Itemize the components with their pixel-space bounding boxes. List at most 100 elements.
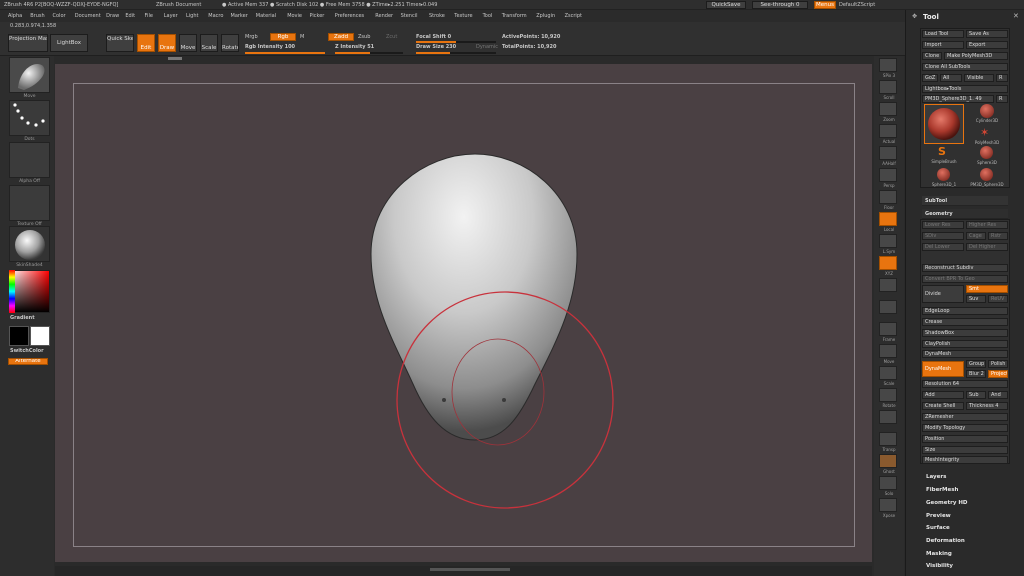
menu-item-picker[interactable]: Picker: [309, 13, 324, 19]
rstr-button[interactable]: Rstr: [988, 232, 1008, 240]
move-mode-button[interactable]: Move: [179, 34, 197, 52]
zcut-button[interactable]: Zcut: [386, 34, 397, 40]
menu-item-tool[interactable]: Tool: [483, 13, 493, 19]
create-shell-button[interactable]: Create Shell: [922, 402, 964, 410]
switch-color-button[interactable]: SwitchColor: [10, 348, 44, 354]
goz-button[interactable]: GoZ: [922, 74, 938, 82]
subtool-section[interactable]: SubTool: [922, 196, 1008, 206]
pm3d-sphere3d-icon[interactable]: [980, 168, 993, 181]
menu-item-material[interactable]: Material: [256, 13, 276, 19]
menu-item-stroke[interactable]: Stroke: [429, 13, 445, 19]
draw-mode-button[interactable]: Draw: [158, 34, 176, 52]
menu-item-edit[interactable]: Edit: [125, 13, 135, 19]
zremesher-section[interactable]: ZRemesher: [922, 413, 1008, 421]
size-section[interactable]: Size: [922, 446, 1008, 454]
secondary-color-swatch[interactable]: [9, 326, 29, 346]
menu-item-zscript[interactable]: Zscript: [565, 13, 582, 19]
lightbox-button[interactable]: LightBox: [50, 34, 88, 52]
menu-item-brush[interactable]: Brush: [30, 13, 44, 19]
visibility-section[interactable]: Visibility: [922, 561, 1008, 571]
z-intensity-slider[interactable]: [335, 52, 403, 54]
smt-toggle[interactable]: Smt: [966, 285, 1008, 293]
layers-section[interactable]: Layers: [922, 472, 1008, 482]
higher-res-button[interactable]: Higher Res: [966, 221, 1008, 229]
cage-button[interactable]: Cage: [966, 232, 986, 240]
primary-color-swatch[interactable]: [30, 326, 50, 346]
goz-r-button[interactable]: R: [996, 74, 1008, 82]
shelf-button-zoom[interactable]: [879, 102, 897, 116]
clone-all-subtools-button[interactable]: Clone All SubTools: [922, 63, 1008, 71]
menu-item-color[interactable]: Color: [53, 13, 66, 19]
goz-all-button[interactable]: All: [940, 74, 962, 82]
blur-slider[interactable]: Blur 2: [966, 370, 986, 378]
scale-mode-button[interactable]: Scale: [200, 34, 218, 52]
menu-item-preferences[interactable]: Preferences: [335, 13, 364, 19]
convert-bpr-button[interactable]: Convert BPR To Geo: [922, 275, 1008, 283]
menu-item-document[interactable]: Document: [75, 13, 101, 19]
close-icon[interactable]: ✕: [1013, 12, 1019, 20]
project-toggle[interactable]: Project: [988, 370, 1008, 378]
load-tool-button[interactable]: Load Tool: [922, 30, 964, 38]
lightbox-tools-button[interactable]: Lightbox▸Tools: [922, 85, 1008, 93]
material-thumbnail[interactable]: [9, 226, 50, 262]
menu-item-transform[interactable]: Transform: [502, 13, 527, 19]
save-as-button[interactable]: Save As: [966, 30, 1008, 38]
cylinder3d-icon[interactable]: [980, 104, 994, 118]
shelf-button-move[interactable]: [879, 344, 897, 358]
geometry-hd-section[interactable]: Geometry HD: [922, 498, 1008, 508]
group-toggle[interactable]: Group: [966, 360, 986, 368]
export-button[interactable]: Export: [966, 41, 1008, 49]
m-button[interactable]: M: [300, 34, 304, 40]
shelf-button-frame[interactable]: [879, 322, 897, 336]
sdiv-slider[interactable]: SDiv: [922, 232, 964, 240]
shelf-button-aahalf[interactable]: [879, 146, 897, 160]
sphere3d-icon[interactable]: [980, 146, 993, 159]
meshintegrity-section[interactable]: MeshIntegrity: [922, 456, 1008, 464]
alpha-thumbnail[interactable]: [9, 142, 50, 178]
focal-shift-slider[interactable]: [416, 41, 496, 43]
menu-item-layer[interactable]: Layer: [164, 13, 178, 19]
shadowbox-section[interactable]: ShadowBox: [922, 329, 1008, 337]
dynamesh-section[interactable]: DynaMesh: [922, 350, 1008, 358]
edgeloop-section[interactable]: EdgeLoop: [922, 307, 1008, 315]
bottom-scroll-handle[interactable]: [430, 568, 510, 571]
current-tool-r-button[interactable]: R: [996, 95, 1008, 103]
alternate-button[interactable]: Alternate: [8, 358, 48, 365]
texture-thumbnail[interactable]: [9, 185, 50, 221]
modify-topology-section[interactable]: Modify Topology: [922, 424, 1008, 432]
shelf-button-persp[interactable]: [879, 168, 897, 182]
projection-master-button[interactable]: Projection Master: [8, 34, 48, 52]
menu-item-draw[interactable]: Draw: [106, 13, 119, 19]
del-higher-button[interactable]: Del Higher: [966, 243, 1008, 251]
rgb-button[interactable]: Rgb: [270, 33, 296, 41]
sub-button[interactable]: Sub: [966, 391, 986, 399]
make-polymesh-button[interactable]: Make PolyMesh3D: [944, 52, 1008, 60]
shelf-button-blank-10[interactable]: [879, 278, 897, 292]
shelf-button-xpose[interactable]: [879, 498, 897, 512]
surface-section[interactable]: Surface: [922, 523, 1008, 533]
z-intensity-label[interactable]: Z Intensity 51: [335, 44, 374, 50]
default-zscript[interactable]: DefaultZScript: [839, 2, 875, 8]
shelf-button-spix-3[interactable]: [879, 58, 897, 72]
quicksave-button[interactable]: QuickSave: [706, 1, 746, 9]
hue-strip[interactable]: [9, 270, 15, 313]
menu-item-movie[interactable]: Movie: [287, 13, 302, 19]
del-lower-button[interactable]: Del Lower: [922, 243, 964, 251]
crease-section[interactable]: Crease: [922, 318, 1008, 326]
dynamesh-button[interactable]: DynaMesh: [922, 361, 964, 377]
fibermesh-section[interactable]: FiberMesh: [922, 485, 1008, 495]
polish-toggle[interactable]: Polish: [988, 360, 1008, 368]
zadd-button[interactable]: Zadd: [328, 33, 354, 41]
sculpt-canvas[interactable]: [55, 64, 872, 562]
shelf-button-transp[interactable]: [879, 432, 897, 446]
brush-thumbnail[interactable]: [9, 57, 50, 93]
shelf-button-floor[interactable]: [879, 190, 897, 204]
menu-item-render[interactable]: Render: [375, 13, 393, 19]
import-button[interactable]: Import: [922, 41, 964, 49]
menu-item-macro[interactable]: Macro: [208, 13, 223, 19]
quick-sketch-button[interactable]: Quick Sketch: [106, 34, 134, 52]
shelf-button-blank-16[interactable]: [879, 410, 897, 424]
stroke-thumbnail[interactable]: [9, 100, 50, 136]
add-button[interactable]: Add: [922, 391, 964, 399]
menu-item-texture[interactable]: Texture: [454, 13, 472, 19]
